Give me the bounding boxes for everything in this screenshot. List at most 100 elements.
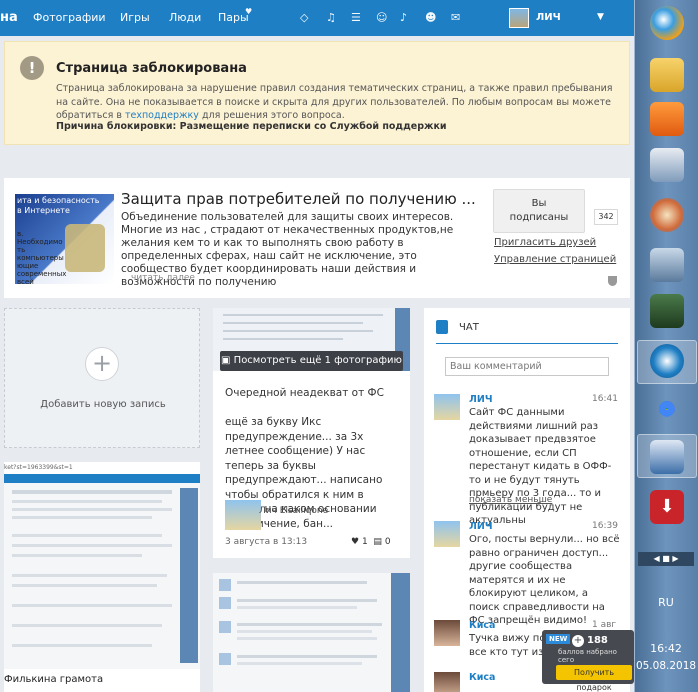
get-gift-button[interactable]: Получить подарок xyxy=(556,665,632,692)
folder-icon[interactable] xyxy=(650,58,684,92)
exclamation-icon: ! xyxy=(20,56,44,80)
chrome-icon[interactable] xyxy=(650,392,684,426)
read-more-link[interactable]: читать далее xyxy=(131,273,195,283)
user-name[interactable]: ЛИЧ xyxy=(536,12,561,23)
manage-page-link[interactable]: Управление страницей xyxy=(494,254,616,265)
chat-comment-input[interactable]: Ваш комментарий xyxy=(445,357,609,376)
key-icon xyxy=(65,224,105,272)
screenshot-caption: Филькина грамота xyxy=(4,674,104,685)
banner-text-end: для решения этого вопроса. xyxy=(198,110,345,121)
more-photos-button[interactable]: ▣ Посмотреть ещё 1 фотографию xyxy=(220,351,403,371)
subscribed-button[interactable]: Вы подписаны xyxy=(493,189,585,233)
screenshot-line xyxy=(12,554,142,557)
group-title: Защита прав потребителей по получению ..… xyxy=(121,190,476,208)
post-card: ▣ Посмотреть ещё 1 фотографию Очередной … xyxy=(213,308,410,558)
calculator-icon[interactable] xyxy=(650,248,684,282)
group-avatar[interactable]: ита и безопасность в Интернете в. Необхо… xyxy=(15,194,114,284)
gift-promo[interactable]: NEW + 188 баллов набрано сего Получить п… xyxy=(542,630,634,692)
avatar[interactable] xyxy=(434,394,460,420)
message-time: 16:41 xyxy=(592,394,618,404)
post-date: 3 августа в 13:13 xyxy=(225,537,308,547)
site-logo[interactable]: на xyxy=(0,10,18,25)
language-indicator[interactable]: RU xyxy=(634,596,698,609)
paint-icon[interactable] xyxy=(650,198,684,232)
post-2-taskbar xyxy=(391,573,410,692)
screenshot-card[interactable]: ket?st=1963399&st=1 Филькина грамота xyxy=(4,462,200,692)
page: на Фотографии Игры Люди Пары ♥ ◇ ♫ ☰ ☺ ♪… xyxy=(0,0,634,692)
heart-icon: ♥ xyxy=(245,7,253,16)
screenshot-line xyxy=(12,490,172,494)
messages-icon[interactable]: ✉ xyxy=(451,11,460,24)
nav-people[interactable]: Люди xyxy=(169,11,201,24)
points-subtitle: баллов набрано сего xyxy=(558,648,617,664)
start-button[interactable] xyxy=(650,6,684,40)
music-icon[interactable]: ♫ xyxy=(326,11,336,24)
thumb-avatar xyxy=(219,579,231,591)
clock-date[interactable]: 05.08.2018 xyxy=(634,660,698,672)
avatar[interactable] xyxy=(434,521,460,547)
message-text: Ого, посты вернули... но всё равно огран… xyxy=(469,534,620,626)
screenshot-url: ket?st=1963399&st=1 xyxy=(4,464,73,471)
clock-time[interactable]: 16:42 xyxy=(634,642,698,655)
post-2-line xyxy=(237,606,357,609)
photo-line xyxy=(223,314,383,316)
friends-icon[interactable]: ☻ xyxy=(425,11,436,24)
add-entry-label: Добавить новую запись xyxy=(40,399,166,410)
people-icon[interactable]: ☺ xyxy=(376,11,387,24)
screenshot-line xyxy=(12,544,172,547)
app-icon[interactable] xyxy=(650,344,684,378)
like-icon[interactable]: ♥ xyxy=(351,537,359,547)
monitor-icon[interactable] xyxy=(650,294,684,328)
post-2-line xyxy=(237,623,382,626)
notepad-icon[interactable] xyxy=(650,148,684,182)
post-card-2[interactable] xyxy=(213,573,410,692)
message-author[interactable]: ЛИЧ xyxy=(469,394,493,405)
user-avatar[interactable] xyxy=(509,8,529,28)
bell-icon[interactable]: ♪ xyxy=(400,11,407,24)
subscribed-label-1: Вы xyxy=(531,198,547,209)
avatar[interactable] xyxy=(434,672,460,692)
feed-icon[interactable]: ☰ xyxy=(351,11,361,24)
group-header: ита и безопасность в Интернете в. Необхо… xyxy=(4,178,630,298)
nav-games[interactable]: Игры xyxy=(120,11,150,24)
subscribers-count: 342 xyxy=(594,209,618,225)
post-author[interactable]: Лич Elsailiqone xyxy=(259,506,328,516)
computer-icon[interactable] xyxy=(650,440,684,474)
message-author[interactable]: ЛИЧ xyxy=(469,521,493,532)
chat-message: ЛИЧ 16:41 Сайт ФС данными действиями лиш… xyxy=(434,394,624,526)
group-avatar-text: в. Необходимо ть компьютеры ющие совреме… xyxy=(17,230,67,284)
message-author[interactable]: Киса xyxy=(469,672,495,683)
chevron-down-icon[interactable]: ▼ xyxy=(597,12,604,22)
thumb-avatar xyxy=(219,621,231,633)
message-time: 16:39 xyxy=(592,521,618,531)
screenshot-line xyxy=(12,604,172,607)
support-link[interactable]: техподдержку xyxy=(125,110,199,121)
screenshot-line xyxy=(12,500,162,503)
comment-count: 0 xyxy=(384,537,391,547)
add-entry-box[interactable]: + Добавить новую запись xyxy=(4,308,200,448)
nav-photos[interactable]: Фотографии xyxy=(33,11,106,24)
screenshot-line xyxy=(12,644,152,647)
tray-scroll[interactable]: ◀ ■ ▶ xyxy=(638,552,694,566)
avatar[interactable] xyxy=(434,620,460,646)
points-count: 188 xyxy=(587,635,608,646)
post-2-line xyxy=(237,581,367,584)
thumb-avatar xyxy=(219,653,231,665)
photo-line xyxy=(223,330,373,332)
system-tray: ◀ ■ ▶ RU 16:42 05.08.2018 xyxy=(634,548,698,692)
media-player-icon[interactable] xyxy=(650,102,684,136)
chat-title: ЧАТ xyxy=(459,322,479,333)
new-badge: NEW xyxy=(546,634,571,644)
comment-icon[interactable]: ▤ xyxy=(373,537,382,547)
author-avatar[interactable] xyxy=(225,500,261,530)
like-count: 1 xyxy=(361,537,368,547)
show-less-link[interactable]: показать меньше xyxy=(469,495,552,505)
post-2-line xyxy=(237,630,372,633)
post-2-line xyxy=(237,655,377,658)
camera-icon: ▣ xyxy=(221,355,234,366)
message-author[interactable]: Киса xyxy=(469,620,495,631)
diamond-icon[interactable]: ◇ xyxy=(300,11,308,24)
screenshot-line xyxy=(12,508,172,511)
invite-friends-link[interactable]: Пригласить друзей xyxy=(494,237,596,248)
download-icon[interactable]: ⬇ xyxy=(650,490,684,524)
